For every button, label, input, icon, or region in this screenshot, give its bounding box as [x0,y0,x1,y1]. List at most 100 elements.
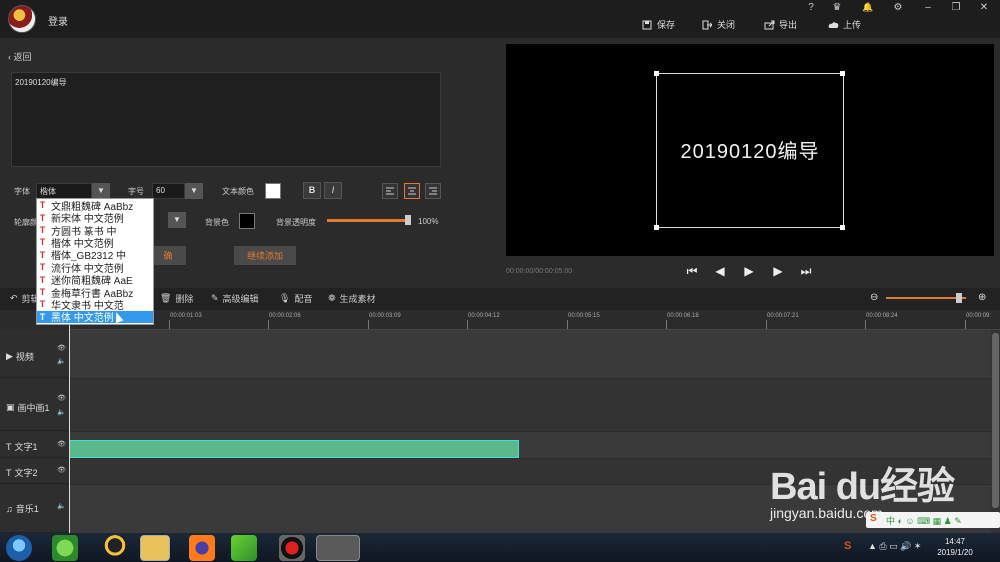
window-close-button[interactable]: ✕ [975,2,993,16]
maximize-button[interactable]: ❐ [947,2,965,16]
font-option[interactable]: T 金梅草行書 AaBbz [37,286,153,298]
font-select[interactable]: 楷体 [36,183,92,199]
font-option[interactable]: T 流行体 中文范例 [37,261,153,273]
align-center-button[interactable] [404,183,420,199]
bg-opacity-slider[interactable] [327,219,409,222]
font-option[interactable]: T 迷你简粗魏碑 AaE [37,273,153,286]
generate-material-label: 生成素材 [339,294,376,304]
text-color-label: 文本颜色 [222,187,254,196]
track-video[interactable]: ▶ 视频 👁 🔈 [0,330,68,378]
clock-time: 14:47 [944,537,966,546]
track-lane-video[interactable] [69,330,991,378]
font-option[interactable]: T 楷体 中文范例 [37,236,153,248]
login-link[interactable]: 登录 [48,13,68,28]
play-icon[interactable]: ▶ [741,264,757,280]
screen-recorder-icon[interactable] [279,535,305,561]
font-dropdown-list: T 文鼎粗魏碑 AaBbz T 新宋体 中文范例 T 方圆书 篆书 中 T 楷体 中文范… [36,198,154,325]
video-editor-taskbar-icon[interactable] [316,535,360,561]
delete-tool[interactable]: 🗑 删除 [160,292,193,305]
track-text2[interactable]: T 文字2 👁 [0,459,68,484]
outline-dropdown-chevron-icon[interactable]: ▼ [168,212,186,228]
upload-button[interactable]: 上传 [828,18,861,31]
font-option[interactable]: T 新宋体 中文范例 [37,211,153,224]
export-button[interactable]: 导出 [764,18,797,31]
track-lane-pip[interactable] [69,379,991,431]
bold-button[interactable]: B [303,182,321,199]
font-option-selected[interactable]: T 黑体 中文范例 [37,310,153,323]
font-option-label: 新宋体 中文范例 [51,214,124,224]
bg-opacity-slider-knob[interactable] [405,215,411,225]
align-right-button[interactable] [425,183,441,199]
continue-add-button[interactable]: 继续添加 [234,246,296,265]
step-forward-icon[interactable]: ▶︎ [770,264,786,280]
start-button[interactable] [6,535,32,561]
speaker-icon[interactable]: 🔈 [57,502,66,510]
text-color-swatch[interactable] [265,183,281,199]
ruler-tick [666,320,667,329]
step-back-icon[interactable]: ◀︎ [712,264,728,280]
zoom-out-icon[interactable]: ⊖ [870,292,878,303]
resize-handle[interactable] [840,225,845,230]
track-music1[interactable]: ♫ 音乐1 🔈 [0,485,68,533]
ime-toolbar[interactable]: S 中 ◐ ☺ ⌨ ▦ ♟ ✎ [866,512,1000,528]
app-360-icon[interactable] [52,535,78,561]
settings-gear-icon[interactable]: ⚙ [889,2,907,16]
zoom-slider-knob[interactable] [956,293,962,303]
skip-end-icon[interactable]: ⏭ [798,264,814,280]
zoom-in-icon[interactable]: ⊕ [978,292,986,303]
sogou-ime-icon: S [870,513,877,524]
font-option-label: 华文隶书 中文范 [51,300,124,311]
video-player-icon[interactable] [231,535,257,561]
resize-handle[interactable] [654,225,659,230]
help-button[interactable]: ? [802,2,820,16]
generate-material-tool[interactable]: ❁ 生成素材 [328,292,376,305]
track-pip[interactable]: ▣ 画中画1 👁 🔈 [0,379,68,431]
font-option[interactable]: T 楷体_GB2312 中 [37,249,153,261]
font-option[interactable]: T 方圆书 篆书 中 [37,224,153,236]
back-button[interactable]: ‹ 返回 [8,50,32,63]
size-dropdown-chevron-icon[interactable]: ▼ [185,183,203,199]
close-button[interactable]: 关闭 [702,18,735,31]
eye-icon[interactable]: 👁 [57,466,66,474]
confirm-button[interactable]: 确 [150,246,186,265]
italic-button[interactable]: I [324,182,342,199]
zoom-slider[interactable] [886,297,966,299]
eye-icon[interactable]: 👁 [57,440,66,448]
playhead[interactable] [69,318,70,533]
advanced-edit-tool[interactable]: ✎ 高级编辑 [211,292,259,305]
font-option[interactable]: T 华文隶书 中文范 [37,298,153,310]
notification-bell-icon[interactable]: 🔔 [859,2,877,16]
timeline-scrollbar-thumb[interactable] [992,333,999,508]
text-clip[interactable] [69,440,519,458]
mic-icon: 🎙 [279,293,291,303]
resize-handle[interactable] [654,71,659,76]
font-dropdown-chevron-icon[interactable]: ▼ [92,183,110,199]
size-select[interactable]: 60 [152,183,185,199]
speaker-icon[interactable]: 🔈 [57,408,66,416]
skip-start-icon[interactable]: ⏮ [684,264,700,280]
eye-icon[interactable]: 👁 [57,394,66,402]
truetype-icon: T [39,299,46,310]
caption-text-input[interactable]: 20190120编导 [11,72,441,167]
align-left-button[interactable] [382,183,398,199]
ruler-tick-label: 00:00:07:21 [767,313,799,319]
qq-icon[interactable] [102,535,128,561]
bg-color-swatch[interactable] [239,213,255,229]
minimize-button[interactable]: – [919,2,937,16]
sogou-tray-icon[interactable]: S [844,540,851,552]
resize-handle[interactable] [840,71,845,76]
tray-icons[interactable]: ▲ ⎙ ▭ 🔊 ✶ [868,541,921,552]
track-name: 文字2 [14,468,38,478]
taskbar-clock[interactable]: 14:47 2019/1/20 [930,536,980,558]
track-text1[interactable]: T 文字1 👁 [0,432,68,458]
dubbing-tool[interactable]: 🎙 配音 [279,292,312,305]
vip-button[interactable]: ♛ [828,2,846,16]
timeline-ruler[interactable] [70,310,1000,330]
font-option[interactable]: T 文鼎粗魏碑 AaBbz [37,199,153,211]
eye-icon[interactable]: 👁 [57,344,66,352]
ruler-tick-label: 00:00:02:06 [269,313,301,319]
firefox-icon[interactable] [189,535,215,561]
file-explorer-icon[interactable] [140,535,170,561]
speaker-icon[interactable]: 🔈 [57,357,66,365]
save-button[interactable]: 保存 [642,18,675,31]
